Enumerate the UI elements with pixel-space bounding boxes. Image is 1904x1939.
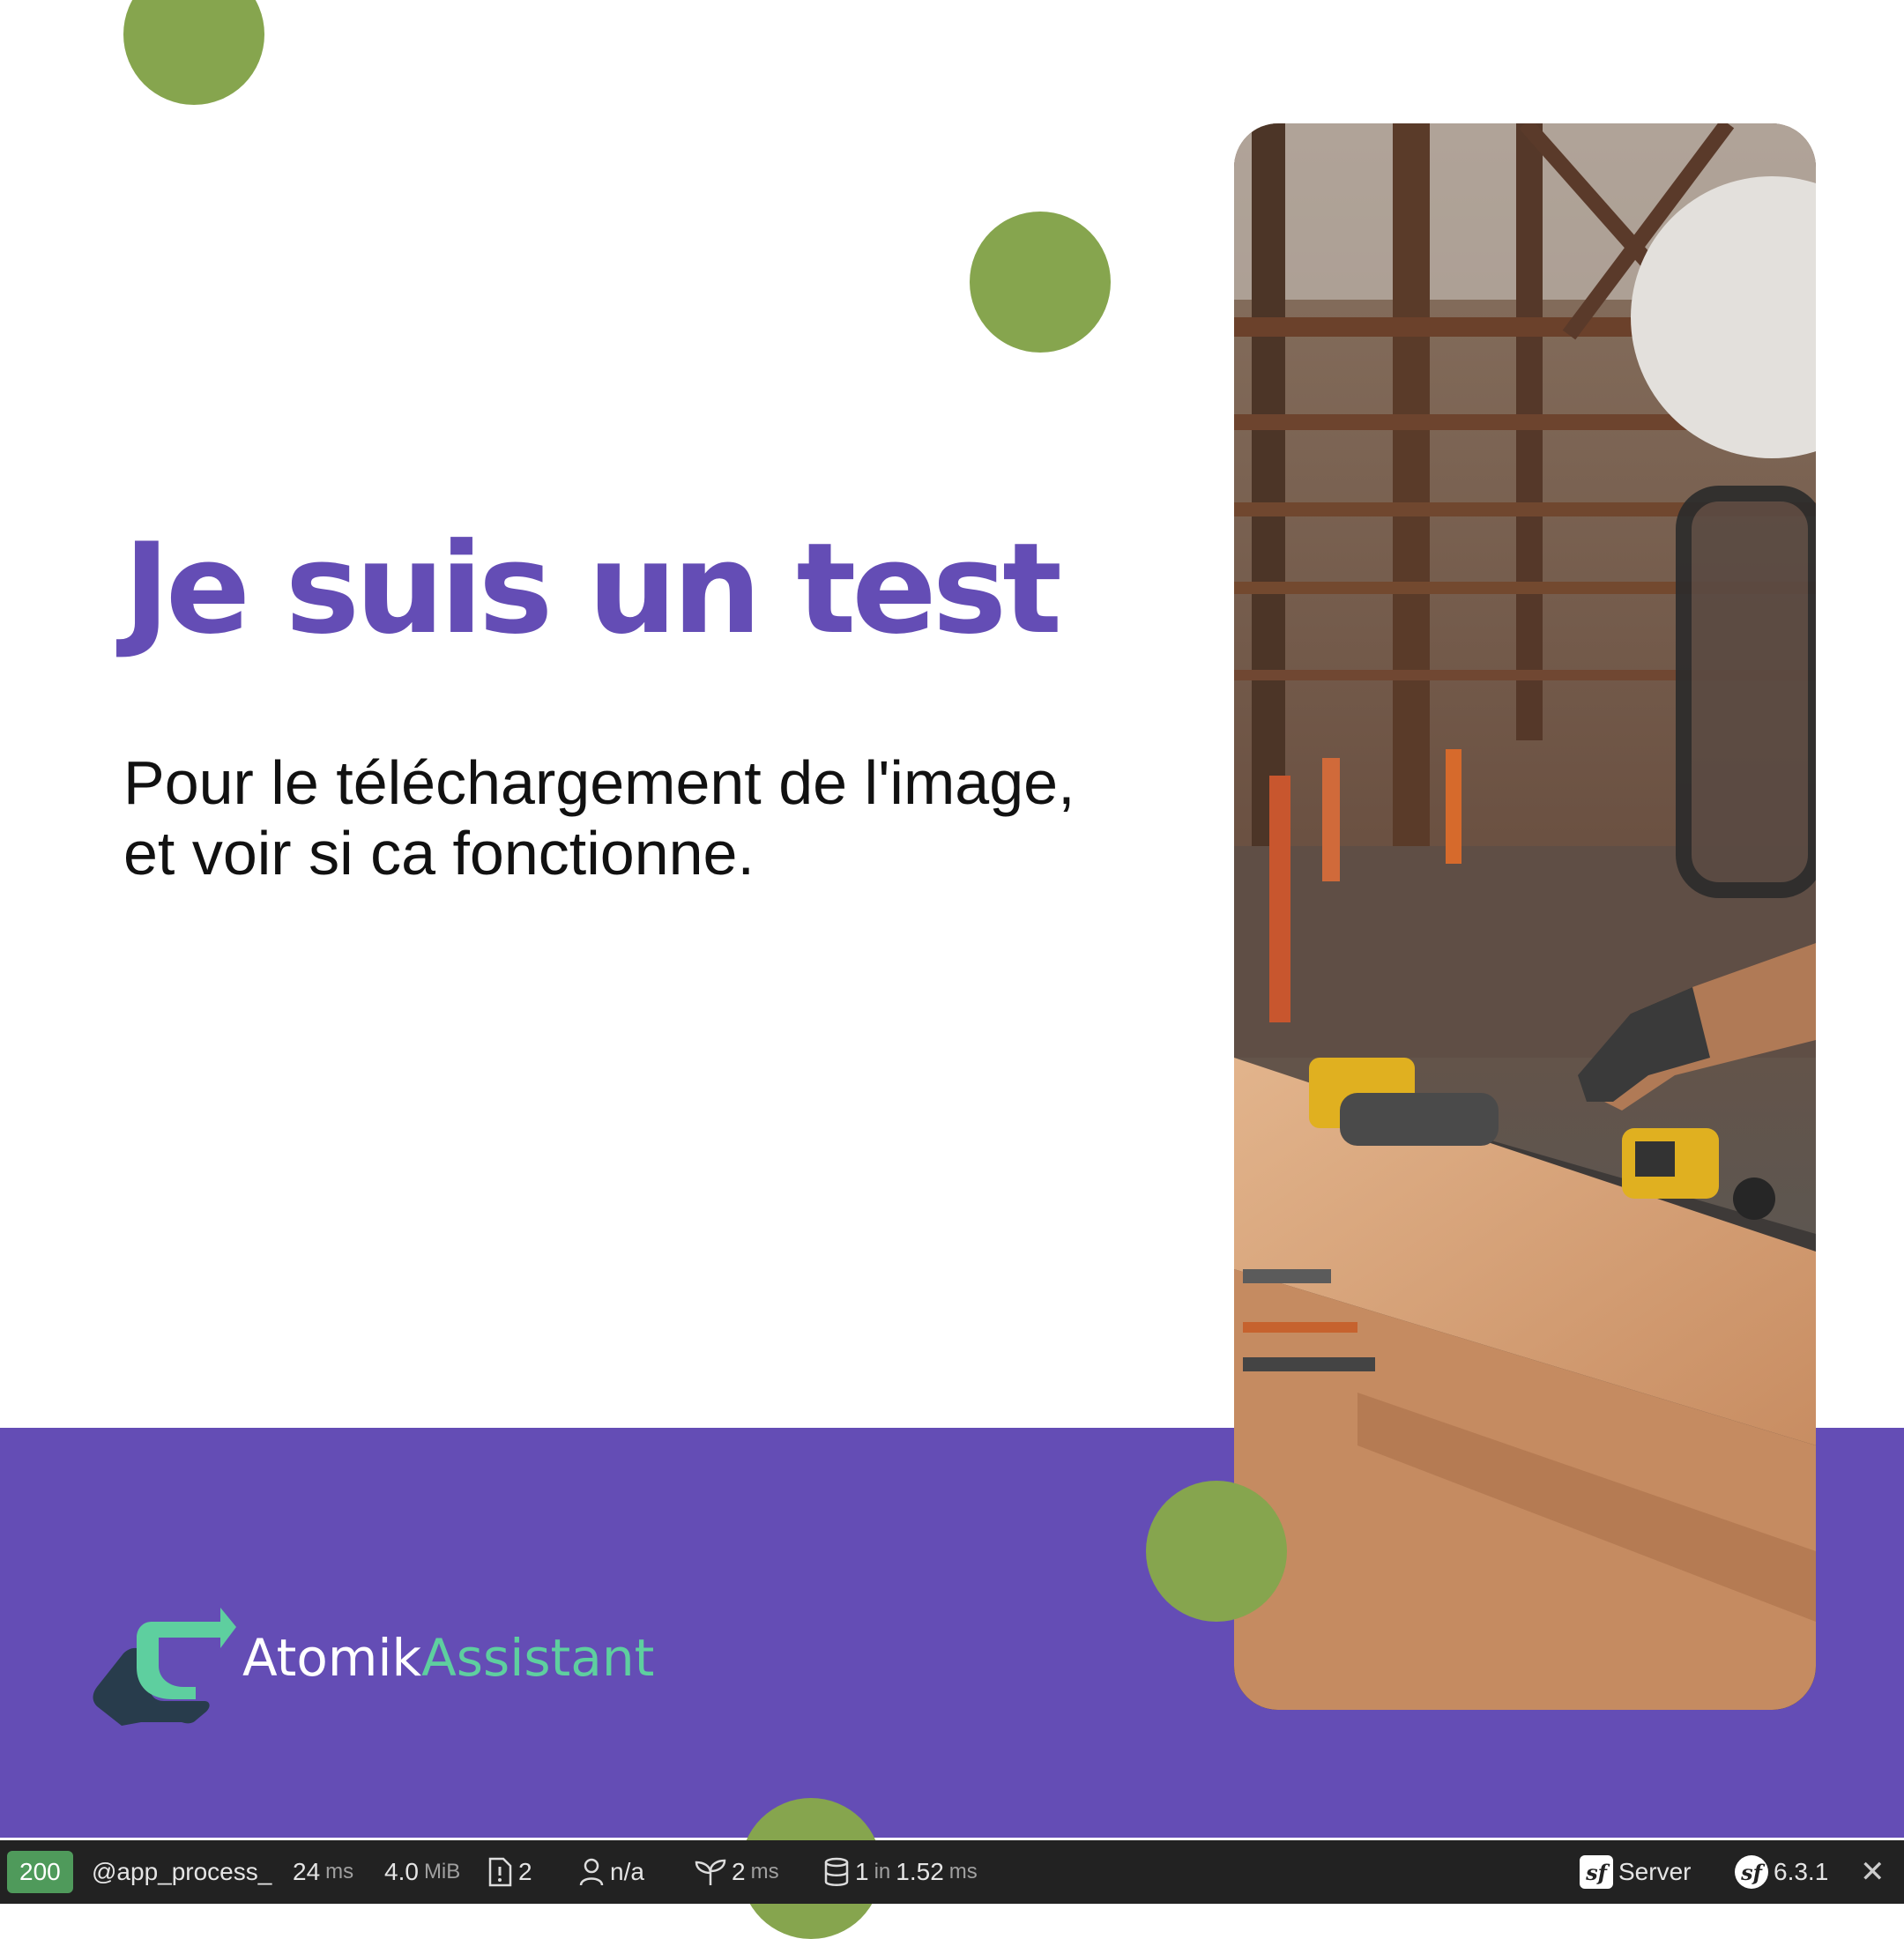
brand-logo: AtomikAssistant bbox=[88, 1602, 670, 1726]
brand-name-part1: Atomik bbox=[242, 1628, 422, 1688]
database-panel[interactable]: 1 in 1.52 ms bbox=[823, 1840, 978, 1904]
memory-panel[interactable]: 4.0 MiB bbox=[384, 1840, 460, 1904]
decorative-dot-top-left bbox=[123, 0, 264, 105]
time-value: 24 bbox=[293, 1858, 321, 1885]
logs-panel[interactable]: 2 bbox=[487, 1840, 532, 1904]
memory-unit: MiB bbox=[423, 1860, 461, 1883]
time-panel[interactable]: 24 ms bbox=[293, 1840, 353, 1904]
status-code: 200 bbox=[7, 1851, 73, 1893]
brand-logo-icon bbox=[93, 1608, 236, 1726]
route-name: @app_process_ bbox=[92, 1858, 272, 1885]
status-code-badge[interactable]: 200 bbox=[7, 1840, 73, 1904]
db-time: 1.52 bbox=[896, 1858, 944, 1885]
slide-description: Pour le téléchargement de l'image, et vo… bbox=[123, 747, 1137, 888]
db-query-count: 1 bbox=[855, 1858, 869, 1885]
twig-panel[interactable]: 2 ms bbox=[695, 1840, 779, 1904]
description-line-2: et voir si ca fonctionne. bbox=[123, 819, 755, 888]
close-icon: ✕ bbox=[1860, 1855, 1885, 1889]
slide-title: Je suis un test bbox=[123, 516, 1062, 662]
symfony-icon: sf bbox=[1735, 1855, 1768, 1889]
document-warning-icon bbox=[487, 1857, 513, 1887]
user-icon bbox=[578, 1857, 605, 1887]
brand-name-part2: Assistant bbox=[421, 1628, 655, 1688]
symfony-version: 6.3.1 bbox=[1774, 1858, 1829, 1885]
description-line-1: Pour le téléchargement de l'image, bbox=[123, 748, 1075, 817]
debug-toolbar: 200 @app_process_ 24 ms 4.0 MiB 2 n/a 2 … bbox=[0, 1840, 1904, 1904]
user-panel[interactable]: n/a bbox=[578, 1840, 644, 1904]
user-value: n/a bbox=[610, 1858, 644, 1885]
leaf-icon bbox=[695, 1857, 726, 1887]
memory-value: 4.0 bbox=[384, 1858, 419, 1885]
twig-unit: ms bbox=[750, 1860, 779, 1883]
server-panel[interactable]: sf Server bbox=[1580, 1840, 1691, 1904]
symfony-icon: sf bbox=[1580, 1855, 1613, 1889]
db-time-unit: ms bbox=[948, 1860, 978, 1883]
db-in-label: in bbox=[874, 1860, 891, 1883]
time-unit: ms bbox=[325, 1860, 354, 1883]
logs-count: 2 bbox=[518, 1858, 532, 1885]
symfony-version-panel[interactable]: sf 6.3.1 bbox=[1735, 1840, 1828, 1904]
toolbar-close-button[interactable]: ✕ bbox=[1860, 1840, 1885, 1904]
decorative-dot-top-center bbox=[970, 212, 1111, 353]
workshop-photo bbox=[1234, 123, 1816, 1710]
server-label: Server bbox=[1618, 1858, 1692, 1885]
workshop-photo-illustration bbox=[1234, 123, 1816, 1710]
brand-name: AtomikAssistant bbox=[242, 1632, 654, 1683]
decorative-dot-bottom-mid bbox=[1146, 1481, 1287, 1622]
database-icon bbox=[823, 1857, 850, 1887]
twig-value: 2 bbox=[732, 1858, 746, 1885]
route-panel[interactable]: @app_process_ bbox=[92, 1840, 271, 1904]
